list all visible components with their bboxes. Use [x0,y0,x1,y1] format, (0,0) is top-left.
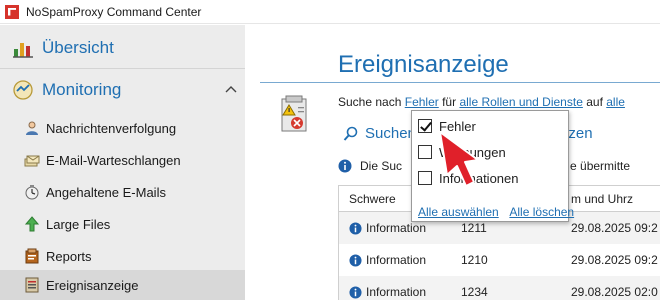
message-tracking-icon [24,120,40,136]
table-row[interactable]: Information 1210 29.08.2025 09:2 [339,244,660,276]
nav-group-label: Monitoring [42,80,122,99]
sidebar-item-label: Angehaltene E-Mails [46,184,166,200]
id-cell: 1210 [461,253,488,267]
severity-filter-link[interactable]: Fehler [405,95,439,109]
sidebar: Übersicht Monitoring Nachrichtenverfolgu… [0,25,245,300]
sidebar-item-label: E-Mail-Warteschlangen [46,152,181,168]
filter-prefix: Suche nach [338,95,402,109]
sidebar-item-held-mails[interactable]: Angehaltene E-Mails [0,177,245,207]
option-errors[interactable]: Fehler [418,117,476,135]
sidebar-item-label: Reports [46,248,92,264]
search-icon [343,126,359,142]
event-viewer-icon [24,277,40,293]
severity-cell: Information [349,276,426,300]
target-filter-link[interactable]: alle [606,95,625,109]
severity-cell: Information [349,244,426,276]
reports-icon [24,248,40,264]
popup-actions: Alle auswählen Alle löschen [418,205,582,219]
filter-mid: für [442,95,457,109]
info-icon [349,253,362,267]
chart-icon [12,37,34,59]
nav-overview-label: Übersicht [42,38,114,57]
app-logo-icon [5,4,19,19]
sidebar-item-mail-queues[interactable]: E-Mail-Warteschlangen [0,145,245,175]
filter-description: Suche nach Fehler für alle Rollen und Di… [338,95,625,109]
checkbox-information[interactable] [418,171,432,185]
option-information[interactable]: Informationen [418,169,519,187]
large-files-icon [24,216,40,232]
info-icon [349,221,362,235]
filter-suffix: auf [586,95,603,109]
held-mail-icon [24,184,40,200]
roles-filter-link[interactable]: alle Rollen und Dienste [459,95,582,109]
checkbox-errors[interactable] [418,119,432,133]
title-bar: NoSpamProxy Command Center [0,0,660,24]
info-text-right: e übermitte [570,159,631,173]
search-label: Suchen [365,125,416,142]
event-log-icon [280,95,312,135]
info-text-left: Die Suc [360,159,403,173]
info-icon [349,285,362,299]
sidebar-item-reports[interactable]: Reports [0,241,245,271]
sidebar-divider [0,68,245,69]
option-warnings[interactable]: Warnungen [418,143,506,161]
sidebar-item-large-files[interactable]: Large Files [0,209,245,239]
id-cell: 1234 [461,285,488,299]
sidebar-item-event-viewer[interactable]: Ereignisanzeige [0,270,245,300]
page-title: Ereignisanzeige [338,51,509,78]
clear-all-link[interactable]: Alle löschen [509,205,574,219]
title-divider [260,82,660,83]
date-cell: 29.08.2025 09:2 [571,221,658,235]
sidebar-item-label: Nachrichtenverfolgung [46,120,177,136]
info-icon [338,159,352,173]
table-row[interactable]: Information 1234 29.08.2025 02:0 [339,276,660,300]
monitor-icon [12,79,34,101]
nav-group-monitoring[interactable]: Monitoring [0,75,245,105]
column-header-severity[interactable]: Schwere [349,186,396,211]
option-label: Informationen [439,170,519,186]
sidebar-item-label: Ereignisanzeige [46,277,139,293]
severity-dropdown: Fehler Warnungen Informationen Alle ausw… [411,110,574,222]
nav-overview[interactable]: Übersicht [0,33,245,63]
mail-queue-icon [24,152,40,168]
option-label: Warnungen [439,144,506,160]
date-cell: 29.08.2025 09:2 [571,253,658,267]
option-label: Fehler [439,118,476,134]
chevron-up-icon[interactable] [225,83,237,93]
sidebar-item-label: Large Files [46,216,111,232]
checkbox-warnings[interactable] [418,145,432,159]
date-cell: 29.08.2025 02:0 [571,285,658,299]
sidebar-item-message-tracking[interactable]: Nachrichtenverfolgung [0,113,245,143]
window-title: NoSpamProxy Command Center [26,4,202,19]
select-all-link[interactable]: Alle auswählen [418,205,499,219]
